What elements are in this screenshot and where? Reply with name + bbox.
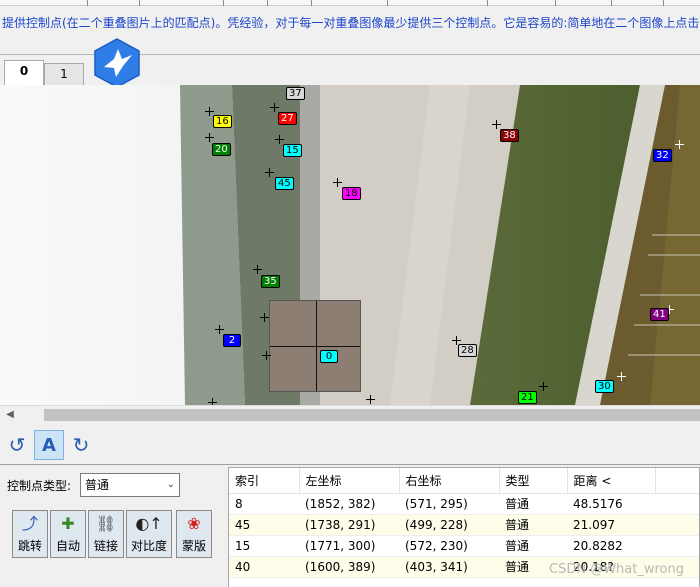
rotate-ccw-icon[interactable]: ↺ (2, 430, 32, 460)
cp-type-label: 控制点类型: (7, 479, 72, 493)
cell-right-coord: (403, 341) (399, 556, 499, 578)
crosshair-icon (265, 168, 274, 177)
cp-type-dropdown[interactable]: 普通 ⌄ (80, 473, 180, 497)
cp-controls: 控制点类型: 普通 ⌄ ⤴ 跳转 ✚ 自动 ⛓ 链接 ◐↑ 对比度 ❀ 蒙版 (0, 465, 228, 587)
crosshair-icon (275, 135, 284, 144)
link-button[interactable]: ⛓ 链接 (88, 510, 124, 558)
cell-distance: 21.097 (567, 514, 655, 536)
control-point-label[interactable]: 27 (278, 112, 297, 125)
cell-left-coord: (1738, 291) (299, 514, 399, 536)
crosshair-icon (215, 325, 224, 334)
cell-type: 普通 (499, 514, 567, 536)
mask-label: 蒙版 (181, 539, 206, 553)
crosshair-icon (333, 178, 342, 187)
crosshair-icon (253, 265, 262, 274)
control-point-label[interactable]: 20 (212, 143, 231, 156)
control-point-label[interactable]: 45 (275, 177, 294, 190)
control-point-label[interactable]: 18 (342, 187, 361, 200)
scroll-left-icon[interactable]: ◀ (4, 408, 16, 422)
column-header-extra (655, 468, 699, 494)
cell-index: 15 (229, 535, 299, 557)
control-point-label[interactable]: 21 (518, 391, 537, 404)
zoom-magnifier (269, 300, 361, 392)
cell-index: 45 (229, 514, 299, 536)
crosshair-icon (262, 351, 271, 360)
control-point-label[interactable]: 32 (653, 149, 672, 162)
jump-button[interactable]: ⤴ 跳转 (12, 510, 48, 558)
control-point-panel: 控制点类型: 普通 ⌄ ⤴ 跳转 ✚ 自动 ⛓ 链接 ◐↑ 对比度 ❀ 蒙版 索… (0, 464, 700, 587)
cell-type: 普通 (499, 535, 567, 557)
control-point-label[interactable]: 2 (223, 334, 241, 347)
control-point-label[interactable]: 35 (261, 275, 280, 288)
column-header-left-coord[interactable]: 左坐标 (299, 468, 400, 494)
cell-right-coord: (572, 230) (399, 535, 499, 557)
cell-right-coord: (571, 295) (399, 493, 499, 515)
control-point-label[interactable]: 0 (320, 350, 338, 363)
crosshair-icon (492, 120, 501, 129)
instruction-text: 提供控制点(在二个重叠图片上的匹配点)。凭经验，对于每一对重叠图像最少提供三个控… (2, 16, 700, 30)
crosshair-icon (260, 313, 269, 322)
crosshair-icon (617, 372, 626, 381)
auto-fine-tune-button[interactable]: A (34, 430, 64, 460)
column-header-right-coord[interactable]: 右坐标 (399, 468, 500, 494)
auto-label: 自动 (55, 539, 80, 553)
jump-icon: ⤴ (21, 514, 38, 533)
table-row[interactable]: 15 (1771, 300) (572, 230) 普通 20.8282 (229, 535, 699, 557)
cell-index: 40 (229, 556, 299, 578)
contrast-icon: ◐↑ (135, 514, 163, 533)
cp-type-value: 普通 (85, 478, 110, 492)
jump-label: 跳转 (17, 539, 42, 553)
cell-left-coord: (1852, 382) (299, 493, 399, 515)
tab-image-1[interactable]: 1 (44, 63, 84, 85)
watermark: CSDN @What_wrong (549, 562, 684, 577)
table-header: 索引 左坐标 右坐标 类型 距离 < (229, 468, 699, 494)
crosshair-icon (205, 133, 214, 142)
table-row[interactable]: 8 (1852, 382) (571, 295) 普通 48.5176 (229, 493, 699, 515)
control-point-label[interactable]: 37 (286, 87, 305, 100)
crosshair-icon (270, 103, 279, 112)
control-point-label[interactable]: 15 (283, 144, 302, 157)
contrast-button[interactable]: ◐↑ 对比度 (126, 510, 172, 558)
mask-icon: ❀ (187, 514, 201, 533)
crosshair-icon (539, 382, 548, 391)
column-header-index[interactable]: 索引 (229, 468, 300, 494)
app-window: 提供控制点(在二个重叠图片上的匹配点)。凭经验，对于每一对重叠图像最少提供三个控… (0, 0, 700, 587)
app-logo-icon (94, 38, 140, 88)
cell-type: 普通 (499, 493, 567, 515)
cell-distance: 20.8282 (567, 535, 655, 557)
auto-button[interactable]: ✚ 自动 (50, 510, 86, 558)
cell-index: 8 (229, 493, 299, 515)
rotate-cw-icon[interactable]: ↻ (66, 430, 96, 460)
contrast-label: 对比度 (130, 539, 167, 553)
cell-left-coord: (1771, 300) (299, 535, 399, 557)
control-point-label[interactable]: 30 (595, 380, 614, 393)
view-toolbar: ↺ A ↻ (0, 427, 700, 463)
scrollbar-thumb[interactable] (44, 409, 700, 421)
column-header-distance[interactable]: 距离 < (567, 468, 656, 494)
auto-icon: ✚ (61, 514, 75, 533)
control-point-label[interactable]: 28 (458, 344, 477, 357)
link-label: 链接 (93, 539, 118, 553)
control-point-label[interactable]: 38 (500, 129, 519, 142)
crosshair-icon (675, 140, 684, 149)
control-point-label[interactable]: 16 (213, 115, 232, 128)
column-header-type[interactable]: 类型 (499, 468, 568, 494)
chevron-down-icon: ⌄ (166, 479, 175, 490)
image-viewer[interactable]: 37 16 27 38 20 15 32 45 18 35 2 41 0 28 … (0, 85, 700, 405)
horizontal-scrollbar[interactable]: ◀ (0, 405, 700, 423)
table-row[interactable]: 45 (1738, 291) (499, 228) 普通 21.097 (229, 514, 699, 536)
top-tab-strip (0, 0, 700, 6)
crosshair-icon (208, 398, 217, 405)
mask-button[interactable]: ❀ 蒙版 (176, 510, 212, 558)
link-icon: ⛓ (95, 514, 117, 533)
cell-distance: 48.5176 (567, 493, 655, 515)
cell-right-coord: (499, 228) (399, 514, 499, 536)
control-point-label[interactable]: 41 (650, 308, 669, 321)
tab-image-0[interactable]: 0 (4, 60, 44, 85)
crosshair-icon (366, 395, 375, 404)
cell-left-coord: (1600, 389) (299, 556, 399, 578)
